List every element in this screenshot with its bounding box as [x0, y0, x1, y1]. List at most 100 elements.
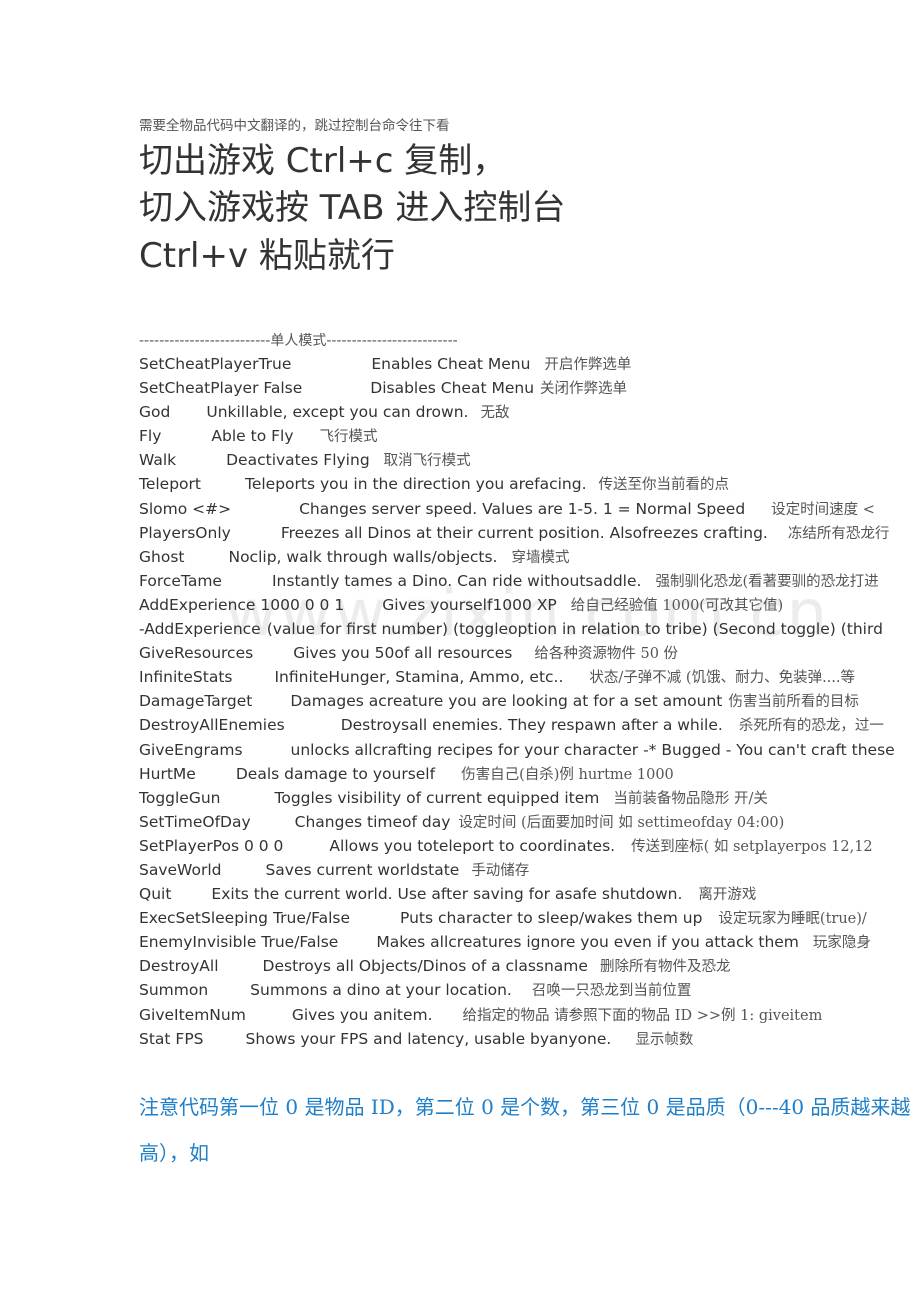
command-description: Able to Fly [211, 427, 294, 446]
command-row: SetPlayerPos 0 0 0 Allows you toteleport … [139, 834, 920, 858]
command-row: SetCheatPlayer False Disables Cheat Menu 关… [139, 376, 920, 400]
command-row: ForceTame Instantly tames a Dino. Can rid… [139, 569, 920, 593]
command-translation: 无敌 [480, 405, 510, 422]
command-row: DestroyAll Destroys all Objects/Dinos of … [139, 954, 920, 978]
command-translation: 召唤一只恐龙到当前位置 [531, 983, 692, 1000]
command-translation: 当前装备物品隐形 开/关 [613, 790, 768, 807]
command-row: SetTimeOfDay Changes timeof day 设定时间 (后面要加… [139, 810, 920, 834]
command-name: ExecSetSleeping True/False [139, 909, 351, 928]
command-description: Destroysall enemies. They respawn after … [340, 716, 723, 735]
command-row: SaveWorld Saves current worldstate 手动储存 [139, 858, 920, 882]
command-name: DamageTarget [139, 692, 253, 711]
command-name: Walk [139, 451, 177, 470]
command-name: GiveEngrams [139, 740, 243, 759]
command-translation: 玩家隐身 [812, 935, 871, 952]
command-row: Fly Able to Fly 飞行模式 [139, 424, 920, 448]
headline-copy: 切出游戏 Ctrl+c 复制， [139, 141, 507, 181]
command-description: Gives you anitem. [291, 1005, 433, 1024]
command-description: Teleports you in the direction you arefa… [245, 475, 587, 494]
command-description: InfiniteHunger, Stamina, Ammo, etc.. [274, 668, 564, 687]
command-name: GiveResources [139, 644, 254, 663]
command-name: HurtMe [139, 764, 196, 783]
command-row: ToggleGun Toggles visibility of current e… [139, 786, 920, 810]
command-description: Shows your FPS and latency, usable byany… [245, 1029, 612, 1048]
command-description: Summons a dino at your location. [250, 981, 512, 1000]
command-name: ForceTame [139, 571, 222, 590]
command-translation: 显示帧数 [635, 1031, 694, 1048]
command-description: Gives yourself1000 XP [382, 595, 557, 614]
command-translation: 伤害自己(自杀)例 hurtme 1000 [461, 766, 674, 783]
command-name: Quit [139, 885, 172, 904]
command-description: Noclip, walk through walls/objects. [228, 547, 498, 566]
command-name: Stat FPS [139, 1029, 204, 1048]
command-description: Changes timeof day [294, 812, 451, 831]
command-translation: 飞行模式 [319, 429, 378, 446]
command-description: unlocks allcrafting recipes for your cha… [290, 740, 895, 759]
command-name: SetPlayerPos 0 0 0 [139, 836, 284, 855]
command-row: PlayersOnly Freezes all Dinos at their cu… [139, 521, 920, 545]
command-row: Ghost Noclip, walk through walls/objects.… [139, 545, 920, 569]
command-name: SetCheatPlayer False [139, 379, 303, 398]
command-row: Teleport Teleports you in the direction y… [139, 472, 920, 496]
command-name: Fly [139, 427, 162, 446]
command-name: ToggleGun [139, 788, 221, 807]
command-row: AddExperience 1000 0 0 1 Gives yourself10… [139, 593, 920, 617]
headline-paste: Ctrl+v 粘贴就行 [139, 236, 395, 276]
command-translation: 冻结所有恐龙行 [787, 525, 890, 542]
command-description: Disables Cheat Menu [370, 379, 535, 398]
command-description: Exits the current world. Use after savin… [211, 885, 683, 904]
command-translation: 穿墙模式 [511, 549, 570, 566]
section-divider-single-player: --------------------------单人模式----------… [139, 333, 458, 349]
command-name: InfiniteStats [139, 668, 233, 687]
command-description: Toggles visibility of current equipped i… [274, 788, 600, 807]
command-row: God Unkillable, except you can drown. 无敌 [139, 400, 920, 424]
command-translation: 设定时间速度 < [771, 501, 875, 518]
command-translation: 设定玩家为睡眠(true)/ [718, 911, 867, 928]
command-translation: 给各种资源物件 50 份 [534, 646, 679, 663]
command-translation: 设定时间 (后面要加时间 如 settimeofday 04:00) [458, 814, 785, 831]
command-name: SetCheatPlayerTrue [139, 355, 292, 373]
command-description: Allows you toteleport to coordinates. [329, 836, 616, 855]
item-code-note: 注意代码第一位 0 是物品 ID，第二位 0 是个数，第三位 0 是品质（0--… [139, 1095, 911, 1165]
command-row: Quit Exits the current world. Use after s… [139, 882, 920, 906]
command-description: Saves current worldstate [265, 860, 460, 879]
command-translation: 传送至你当前看的点 [598, 477, 730, 494]
command-description: Gives you 50of all resources [293, 644, 513, 663]
command-row: SetCheatPlayerTrue Enables Cheat Menu 开启作弊… [139, 352, 920, 376]
command-name: SaveWorld [139, 860, 222, 879]
command-description: Changes server speed. Values are 1-5. 1 … [299, 499, 746, 518]
command-translation: 伤害当前所看的目标 [728, 694, 859, 711]
command-translation: 传送到座标( 如 setplayerpos 12,12 [631, 838, 873, 855]
command-name: DestroyAll [139, 957, 219, 976]
command-name: God [139, 403, 171, 422]
command-row: ExecSetSleeping True/False Puts character… [139, 906, 920, 930]
command-translation: 给自己经验值 1000(可改其它值) [570, 597, 784, 614]
command-description: Damages acreature you are looking at for… [290, 692, 723, 711]
command-name: Summon [139, 981, 209, 1000]
command-name: DestroyAllEnemies [139, 716, 285, 735]
command-description: Deals damage to yourself [235, 764, 436, 783]
command-row: EnemyInvisible True/False Makes allcreatu… [139, 930, 920, 954]
command-row: Slomo <#> Changes server speed. Values ar… [139, 497, 920, 521]
command-translation: 删除所有物件及恐龙 [599, 959, 731, 976]
command-name: -AddExperience [139, 620, 261, 639]
command-row: DestroyAllEnemies Destroysall enemies. Th… [139, 713, 920, 737]
command-name: Teleport [139, 475, 201, 494]
command-name: Slomo <#> [139, 499, 232, 518]
command-row: -AddExperience (value for first number) (… [139, 617, 920, 641]
command-description: Makes allcreatures ignore you even if yo… [376, 933, 799, 952]
intro-note: 需要全物品代码中文翻译的，跳过控制台命令往下看 [139, 118, 450, 134]
command-description: (value for first number) (toggleoption i… [266, 620, 883, 639]
command-row: Walk Deactivates Flying 取消飞行模式 [139, 448, 920, 472]
command-translation: 杀死所有的恐龙，过一 [738, 718, 884, 735]
command-translation: 关闭作弊选单 [540, 381, 628, 398]
command-row: GiveItemNum Gives you anitem. 给指定的物品 请参照下面… [139, 1003, 920, 1027]
command-description: Instantly tames a Dino. Can ride without… [271, 571, 642, 590]
command-name: PlayersOnly [139, 523, 231, 542]
command-translation: 手动储存 [471, 862, 530, 879]
command-description: Deactivates Flying [226, 451, 370, 470]
command-row: InfiniteStats InfiniteHunger, Stamina, Am… [139, 665, 920, 689]
command-description: Puts character to sleep/wakes them up [400, 909, 703, 928]
command-name: AddExperience 1000 0 0 1 [139, 595, 345, 614]
command-row: Stat FPS Shows your FPS and latency, usab… [139, 1027, 920, 1051]
